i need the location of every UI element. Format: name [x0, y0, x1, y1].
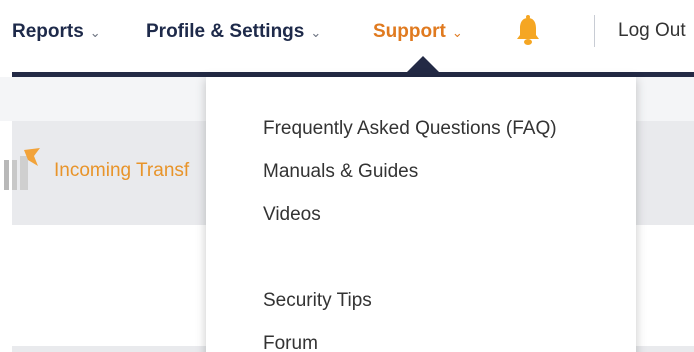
menu-item-security-tips[interactable]: Security Tips: [263, 290, 372, 312]
chevron-down-icon: ⌄: [451, 25, 463, 40]
nav-divider: [594, 15, 595, 47]
chevron-down-icon: ⌄: [89, 25, 101, 40]
top-navigation: Reports ⌄ Profile & Settings ⌄ Support ⌄…: [0, 0, 694, 72]
incoming-transfer-icon: [4, 148, 40, 190]
logout-link[interactable]: Log Out: [618, 20, 686, 42]
nav-support-label: Support: [373, 21, 446, 42]
page: Incoming Transf Reports ⌄ Profile & Sett…: [0, 0, 694, 352]
bell-icon[interactable]: [513, 15, 543, 47]
chevron-down-icon: ⌄: [310, 25, 322, 40]
menu-item-videos[interactable]: Videos: [263, 204, 321, 226]
menu-item-faq[interactable]: Frequently Asked Questions (FAQ): [263, 118, 557, 140]
nav-reports-label: Reports: [12, 21, 84, 42]
nav-reports[interactable]: Reports ⌄: [12, 19, 101, 45]
nav-support[interactable]: Support ⌄: [373, 19, 463, 45]
incoming-transfers-link[interactable]: Incoming Transf: [54, 160, 189, 182]
support-dropdown-menu: Frequently Asked Questions (FAQ) Manuals…: [206, 77, 636, 352]
nav-profile-settings[interactable]: Profile & Settings ⌄: [146, 19, 321, 45]
menu-item-forum[interactable]: Forum: [263, 333, 318, 352]
dropdown-caret: [407, 56, 439, 72]
nav-profile-label: Profile & Settings: [146, 21, 305, 42]
menu-item-manuals-guides[interactable]: Manuals & Guides: [263, 161, 418, 183]
